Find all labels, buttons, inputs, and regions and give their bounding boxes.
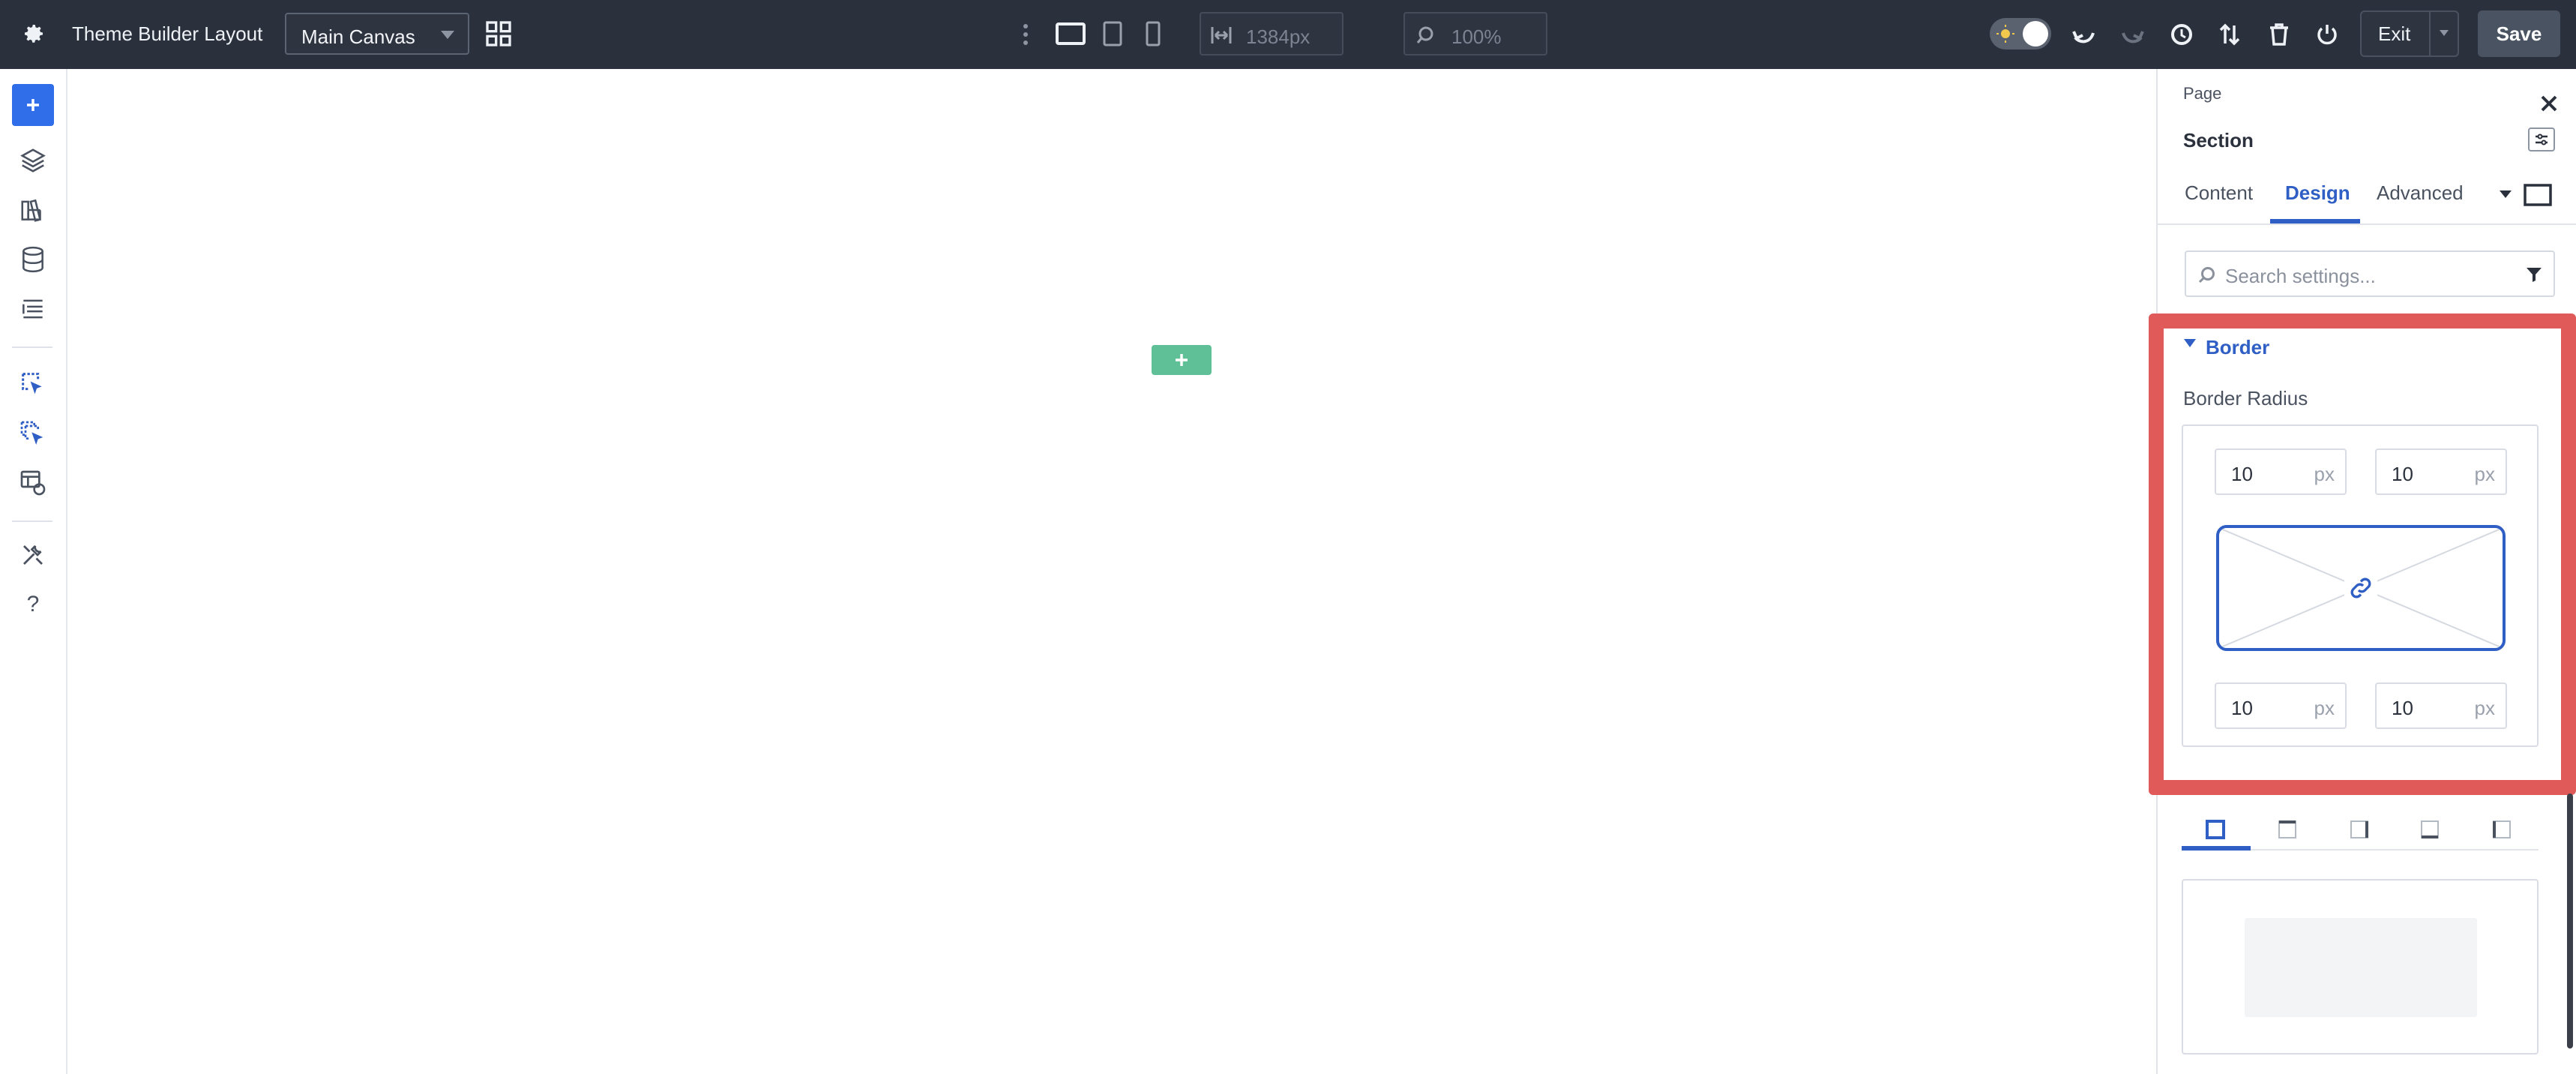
border-sides-tabs — [2182, 808, 2539, 850]
toggle-knob — [2023, 21, 2048, 46]
desktop-view-icon[interactable] — [1053, 16, 1089, 51]
close-panel-icon[interactable] — [2534, 88, 2564, 118]
builder-canvas[interactable] — [69, 69, 2156, 1074]
save-button[interactable]: Save — [2478, 10, 2560, 57]
tabs-more-chevron-icon[interactable] — [2500, 190, 2512, 198]
zoom-field[interactable]: 100% — [1403, 12, 1547, 56]
select-element-icon[interactable] — [10, 363, 55, 405]
trash-icon[interactable] — [2263, 18, 2296, 51]
exit-divider — [2429, 12, 2431, 56]
library-icon[interactable] — [10, 189, 55, 231]
layout-grid-icon[interactable] — [480, 15, 517, 52]
search-settings-input[interactable]: Search settings... — [2185, 250, 2555, 297]
filter-icon[interactable] — [2525, 266, 2543, 287]
help-icon[interactable]: ? — [10, 584, 55, 626]
border-right-tab[interactable] — [2326, 808, 2393, 850]
sidebar-divider — [12, 346, 52, 348]
border-all-sides-tab[interactable] — [2182, 808, 2249, 850]
database-icon[interactable] — [10, 238, 55, 280]
app-title: Theme Builder Layout — [72, 22, 263, 45]
search-placeholder: Search settings... — [2225, 265, 2376, 287]
import-export-icon[interactable] — [2213, 18, 2246, 51]
layers-icon[interactable] — [10, 140, 55, 182]
zoom-search-icon — [1415, 26, 1435, 49]
tab-advanced[interactable]: Advanced — [2377, 182, 2464, 205]
border-left-tab[interactable] — [2468, 808, 2536, 850]
exit-button-group: Exit — [2360, 10, 2459, 57]
sidebar-divider — [12, 520, 52, 522]
more-vertical-icon[interactable] — [1017, 20, 1035, 50]
highlight-annotation — [2149, 314, 2576, 795]
canvas-width-value: 1384px — [1246, 26, 1310, 48]
settings-gear-icon[interactable] — [16, 16, 51, 51]
sun-icon — [1996, 24, 2015, 47]
select-multiple-icon[interactable] — [10, 412, 55, 454]
canvas-width-field[interactable]: 1384px — [1200, 12, 1343, 56]
element-title: Section — [2183, 129, 2254, 152]
tablet-view-icon[interactable] — [1096, 16, 1129, 51]
border-style-preview — [2182, 879, 2539, 1054]
panel-options-icon[interactable] — [2528, 128, 2555, 152]
chevron-down-icon — [441, 31, 454, 39]
history-clock-icon[interactable] — [2165, 18, 2198, 51]
breadcrumb[interactable]: Page — [2183, 84, 2221, 104]
left-sidebar: ? — [0, 69, 67, 1074]
help-question-mark: ? — [26, 592, 40, 616]
border-bottom-tab[interactable] — [2396, 808, 2464, 850]
tabs-divider — [2158, 224, 2576, 225]
border-side-indicator — [2182, 846, 2251, 850]
width-arrows-icon — [1210, 26, 1233, 49]
search-icon — [2197, 266, 2216, 289]
phone-view-icon[interactable] — [1138, 16, 1168, 51]
tools-icon[interactable] — [10, 534, 55, 576]
panel-scrollbar[interactable] — [2567, 794, 2573, 1048]
canvas-select-label: Main Canvas — [301, 26, 415, 48]
exit-options-chevron-icon[interactable] — [2440, 30, 2449, 36]
theme-toggle[interactable] — [1990, 18, 2051, 50]
undo-icon[interactable] — [2068, 18, 2101, 51]
layout-preview-icon[interactable] — [2521, 180, 2555, 210]
tab-content[interactable]: Content — [2185, 182, 2253, 205]
active-tab-indicator — [2270, 219, 2360, 224]
zoom-value: 100% — [1451, 26, 1502, 48]
top-toolbar: Theme Builder Layout Main Canvas 1384px … — [0, 0, 2576, 69]
border-top-tab[interactable] — [2254, 808, 2321, 850]
canvas-select[interactable]: Main Canvas — [285, 13, 469, 55]
power-icon[interactable] — [2311, 18, 2344, 51]
border-style-sample — [2245, 918, 2477, 1017]
page-layout-icon[interactable] — [10, 288, 55, 330]
add-element-button[interactable] — [12, 84, 54, 126]
template-settings-icon[interactable] — [10, 462, 55, 504]
exit-button[interactable]: Exit — [2378, 24, 2410, 44]
add-section-button[interactable] — [1152, 345, 1212, 375]
redo-icon[interactable] — [2116, 18, 2149, 51]
tab-design[interactable]: Design — [2285, 182, 2350, 205]
